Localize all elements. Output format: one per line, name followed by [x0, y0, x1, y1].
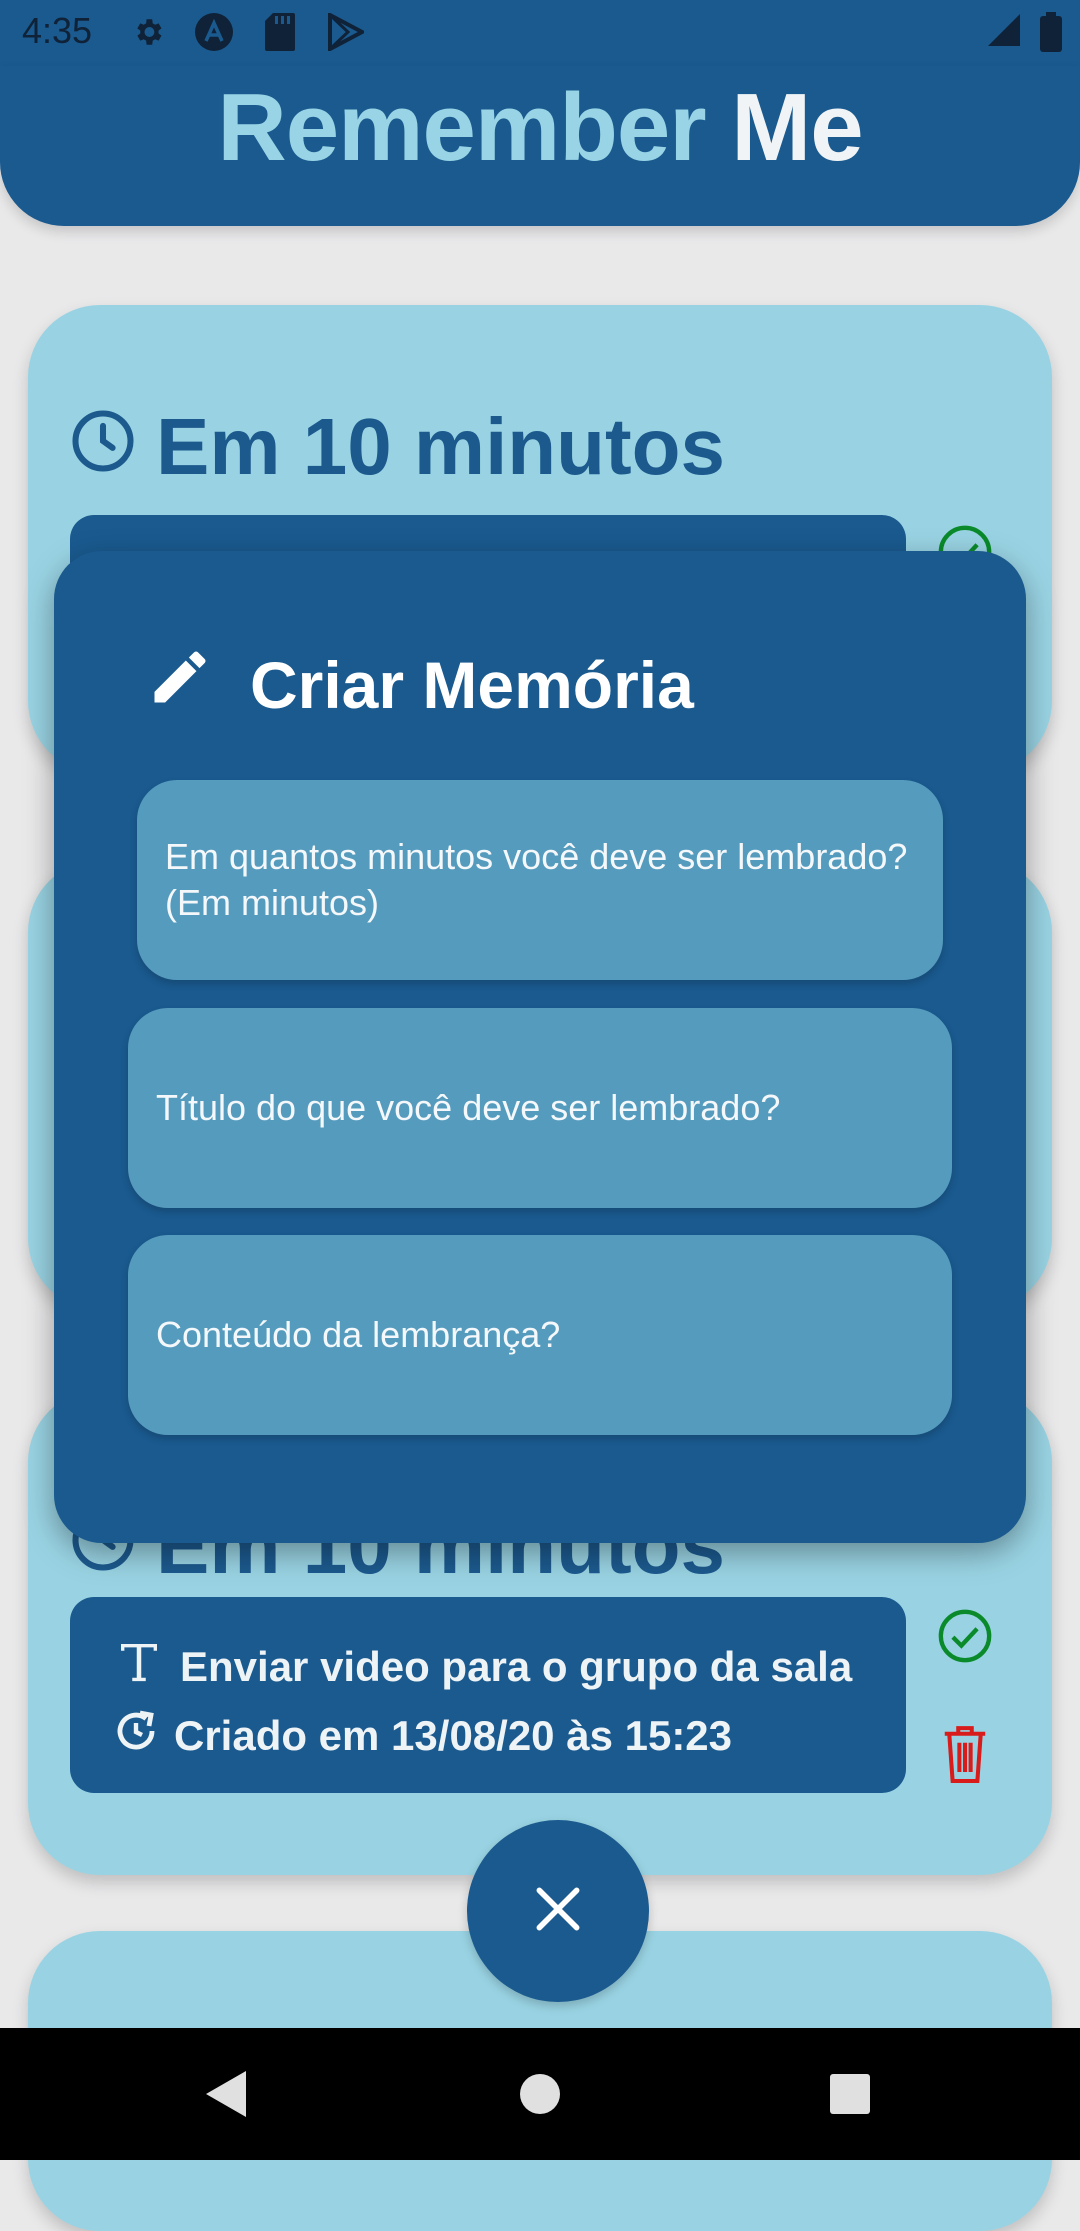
status-time: 4:35 [22, 10, 93, 51]
clock-icon [70, 401, 136, 493]
text-icon [112, 1635, 166, 1699]
battery-icon [1040, 12, 1062, 57]
create-memory-dialog: Criar Memória Em quantos minutos você de… [54, 551, 1026, 1543]
app-header: Remember Me [0, 66, 1080, 226]
close-button[interactable] [467, 1820, 649, 2002]
status-bar: 4:35 [0, 0, 1080, 66]
dialog-title: Criar Memória [250, 647, 694, 722]
home-icon[interactable] [510, 2064, 570, 2124]
reminder-title: Enviar video para o grupo da sala [180, 1643, 853, 1690]
reminder-created: Criado em 13/08/20 às 15:23 [174, 1712, 733, 1759]
trash-icon[interactable] [938, 1722, 992, 1791]
content-placeholder: Conteúdo da lembrança? [156, 1314, 561, 1355]
history-icon [112, 1707, 160, 1765]
signal-icon [986, 12, 1022, 57]
dialog-title-row: Criar Memória [146, 643, 694, 726]
app-title-me: Me [731, 74, 863, 181]
reminder-title-row: Enviar video para o grupo da sala [112, 1635, 852, 1699]
minutes-input[interactable]: Em quantos minutos você deve ser lembrad… [137, 780, 943, 980]
sd-card-icon [260, 12, 300, 52]
reminder-item[interactable]: Enviar video para o grupo da sala Criado… [70, 1597, 906, 1793]
minutes-placeholder: Em quantos minutos você deve ser lembrad… [165, 836, 908, 923]
title-input[interactable]: Título do que você deve ser lembrado? [128, 1008, 952, 1208]
navigation-bar [0, 2028, 1080, 2160]
content-input[interactable]: Conteúdo da lembrança? [128, 1235, 952, 1435]
app-title: Remember Me [0, 66, 1080, 190]
card-heading: Em 10 minutos [70, 401, 725, 493]
close-icon [530, 1881, 586, 1942]
back-icon[interactable] [196, 2064, 256, 2124]
card-heading-text: Em 10 minutos [156, 402, 726, 491]
pencil-icon [146, 643, 214, 726]
a-logo-icon [194, 12, 234, 52]
gear-icon [128, 12, 168, 52]
play-store-icon [326, 12, 366, 52]
app-title-remember: Remember [217, 74, 706, 181]
check-circle-icon[interactable] [936, 1607, 994, 1670]
recents-icon[interactable] [820, 2064, 880, 2124]
reminder-created-row: Criado em 13/08/20 às 15:23 [112, 1707, 732, 1765]
title-placeholder: Título do que você deve ser lembrado? [156, 1087, 781, 1128]
